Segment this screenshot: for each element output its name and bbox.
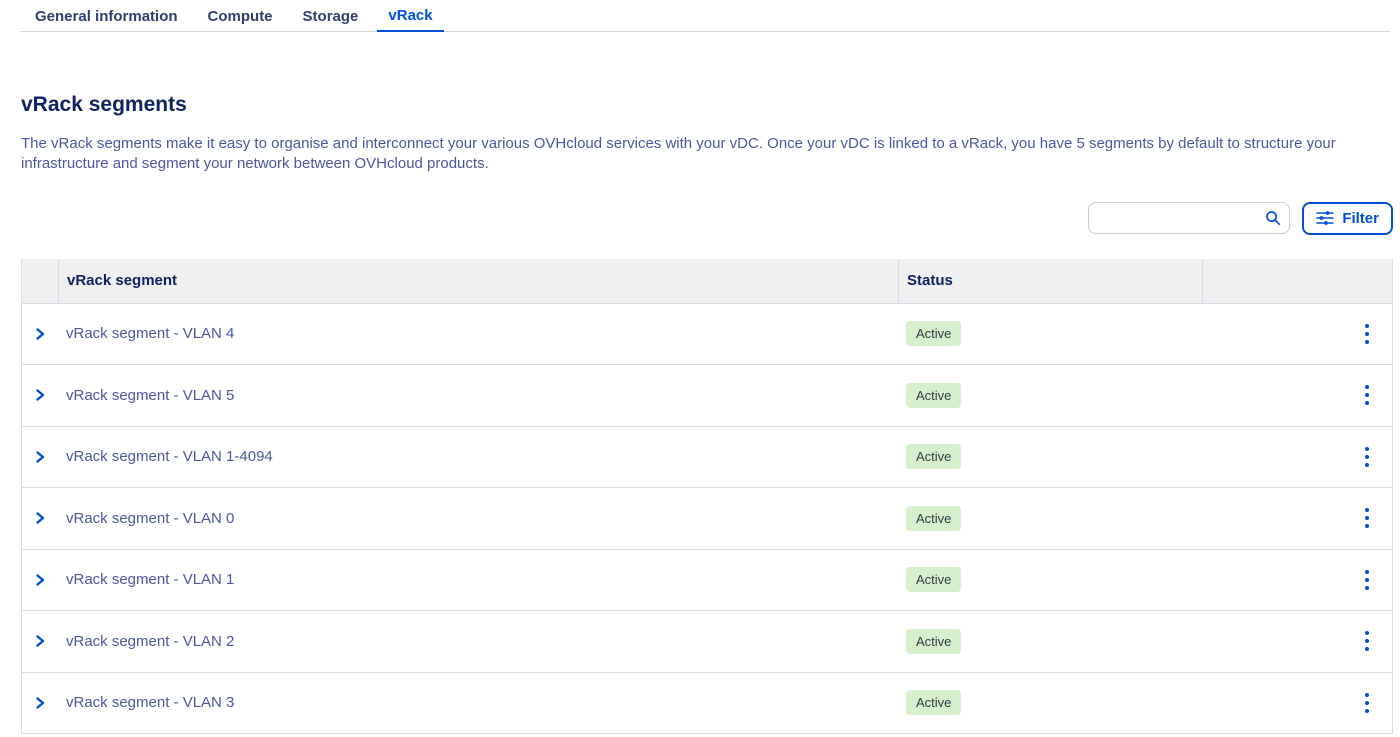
search-field-wrapper	[1088, 202, 1290, 234]
segment-name: vRack segment - VLAN 5	[58, 387, 898, 404]
vrack-segments-table: vRack segment Status vRack segment - VLA…	[21, 259, 1393, 735]
table-header-row: vRack segment Status	[22, 259, 1392, 304]
expand-row-button[interactable]	[28, 568, 52, 592]
expand-row-button[interactable]	[28, 629, 52, 653]
row-actions-menu-button[interactable]	[1354, 503, 1380, 533]
header-segment-column: vRack segment	[58, 259, 898, 303]
status-badge: Active	[906, 567, 961, 592]
segment-name: vRack segment - VLAN 1	[58, 571, 898, 588]
search-icon	[1265, 210, 1281, 226]
segment-name: vRack segment - VLAN 1-4094	[58, 448, 898, 465]
table-row: vRack segment - VLAN 2 Active	[22, 611, 1392, 673]
page-title: vRack segments	[21, 93, 1393, 117]
search-input[interactable]	[1088, 202, 1290, 234]
expand-row-button[interactable]	[28, 445, 52, 469]
header-expand-column	[22, 259, 58, 303]
kebab-menu-icon	[1365, 570, 1369, 590]
segment-name: vRack segment - VLAN 2	[58, 633, 898, 650]
chevron-right-icon	[33, 450, 47, 464]
filter-sliders-icon	[1316, 210, 1334, 226]
tab-storage[interactable]: Storage	[303, 0, 359, 32]
filter-button-label: Filter	[1342, 210, 1379, 227]
status-badge: Active	[906, 690, 961, 715]
table-row: vRack segment - VLAN 0 Active	[22, 488, 1392, 550]
tab-vrack[interactable]: vRack	[377, 0, 443, 32]
table-row: vRack segment - VLAN 4 Active	[22, 304, 1392, 366]
kebab-menu-icon	[1365, 508, 1369, 528]
chevron-right-icon	[33, 696, 47, 710]
row-actions-menu-button[interactable]	[1354, 442, 1380, 472]
table-toolbar: Filter	[21, 202, 1393, 235]
expand-row-button[interactable]	[28, 691, 52, 715]
chevron-right-icon	[33, 511, 47, 525]
kebab-menu-icon	[1365, 385, 1369, 405]
table-row: vRack segment - VLAN 5 Active	[22, 365, 1392, 427]
kebab-menu-icon	[1365, 447, 1369, 467]
tab-bar: General information Compute Storage vRac…	[0, 0, 1400, 32]
kebab-menu-icon	[1365, 324, 1369, 344]
status-badge: Active	[906, 444, 961, 469]
segment-name: vRack segment - VLAN 3	[58, 694, 898, 711]
row-actions-menu-button[interactable]	[1354, 565, 1380, 595]
row-actions-menu-button[interactable]	[1354, 319, 1380, 349]
status-badge: Active	[906, 321, 961, 346]
row-actions-menu-button[interactable]	[1354, 380, 1380, 410]
main-content: vRack segments The vRack segments make i…	[21, 93, 1393, 734]
row-actions-menu-button[interactable]	[1354, 688, 1380, 718]
status-badge: Active	[906, 383, 961, 408]
tab-compute[interactable]: Compute	[208, 0, 273, 32]
chevron-right-icon	[33, 388, 47, 402]
page-description: The vRack segments make it easy to organ…	[21, 134, 1371, 175]
filter-button[interactable]: Filter	[1302, 202, 1393, 235]
table-row: vRack segment - VLAN 3 Active	[22, 673, 1392, 735]
segment-name: vRack segment - VLAN 0	[58, 510, 898, 527]
segment-name: vRack segment - VLAN 4	[58, 325, 898, 342]
header-status-column: Status	[898, 259, 1202, 303]
expand-row-button[interactable]	[28, 322, 52, 346]
chevron-right-icon	[33, 634, 47, 648]
status-badge: Active	[906, 506, 961, 531]
table-row: vRack segment - VLAN 1-4094 Active	[22, 427, 1392, 489]
tab-general-information[interactable]: General information	[35, 0, 178, 32]
kebab-menu-icon	[1365, 631, 1369, 651]
chevron-right-icon	[33, 573, 47, 587]
kebab-menu-icon	[1365, 693, 1369, 713]
expand-row-button[interactable]	[28, 383, 52, 407]
expand-row-button[interactable]	[28, 506, 52, 530]
chevron-right-icon	[33, 327, 47, 341]
header-actions-column	[1202, 259, 1392, 303]
row-actions-menu-button[interactable]	[1354, 626, 1380, 656]
status-badge: Active	[906, 629, 961, 654]
table-row: vRack segment - VLAN 1 Active	[22, 550, 1392, 612]
